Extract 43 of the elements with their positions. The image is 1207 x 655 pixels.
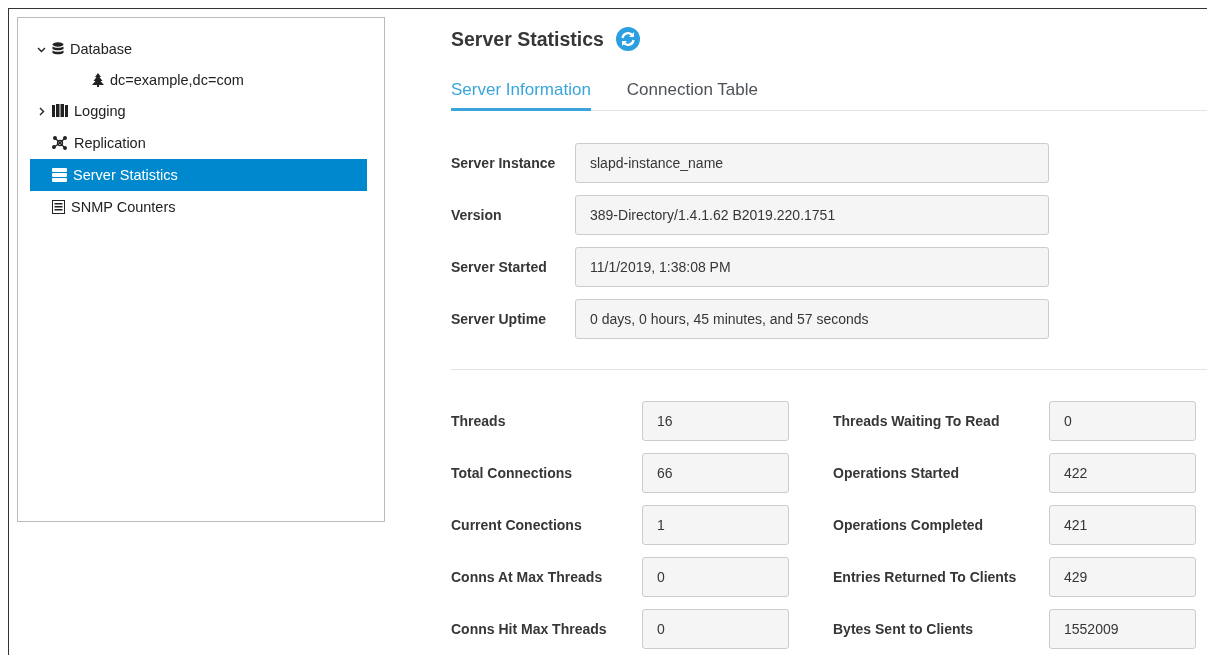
field-label: Server Instance <box>451 155 557 171</box>
network-icon <box>52 136 68 150</box>
tree-item[interactable]: Logging <box>30 95 367 127</box>
field-label: Total Connections <box>451 465 574 481</box>
field-label: Current Conections <box>451 517 583 533</box>
field-label: Operations Completed <box>833 517 985 533</box>
refresh-icon[interactable] <box>615 27 640 51</box>
read-only-field[interactable]: 0 days, 0 hours, 45 minutes, and 57 seconds <box>575 299 1049 339</box>
read-only-field[interactable]: 0 <box>642 609 789 649</box>
list-icon <box>52 200 65 214</box>
page-title: Server Statistics <box>451 27 604 51</box>
field-label: Operations Started <box>833 465 961 481</box>
read-only-field[interactable]: slapd-instance_name <box>575 143 1049 183</box>
field-label: Version <box>451 207 503 223</box>
field-label: Conns Hit Max Threads <box>451 621 608 637</box>
read-only-field[interactable]: 66 <box>642 453 789 493</box>
field-label: Threads <box>451 413 507 429</box>
field-label: Server Uptime <box>451 311 547 327</box>
field-label: Conns At Max Threads <box>451 569 604 585</box>
field-label: Entries Returned To Clients <box>833 569 1018 585</box>
tab[interactable]: Connection Table <box>626 80 758 111</box>
tree-item[interactable]: Replication <box>30 127 367 159</box>
tree-item[interactable]: Database <box>30 33 367 65</box>
read-only-field[interactable]: 16 <box>642 401 789 441</box>
book-icon <box>52 104 68 118</box>
read-only-field[interactable]: 389-Directory/1.4.1.62 B2019.220.1751 <box>575 195 1049 235</box>
read-only-field[interactable]: 0 <box>642 557 789 597</box>
read-only-field[interactable]: 11/1/2019, 1:38:08 PM <box>575 247 1049 287</box>
read-only-field[interactable]: 429 <box>1049 557 1196 597</box>
tree-icon <box>92 73 104 87</box>
tree-item[interactable]: SNMP Counters <box>30 191 367 223</box>
database-icon <box>52 42 64 56</box>
field-label: Threads Waiting To Read <box>833 413 1001 429</box>
read-only-field[interactable]: 1552009 <box>1049 609 1196 649</box>
read-only-field[interactable]: 421 <box>1049 505 1196 545</box>
read-only-field[interactable]: 422 <box>1049 453 1196 493</box>
field-label: Server Started <box>451 259 548 275</box>
field-label: Bytes Sent to Clients <box>833 621 975 637</box>
tree-item[interactable]: dc=example,dc=com <box>30 65 367 95</box>
tree-item[interactable]: Server Statistics <box>30 159 367 191</box>
server-icon <box>52 168 67 182</box>
read-only-field[interactable]: 0 <box>1049 401 1196 441</box>
read-only-field[interactable]: 1 <box>642 505 789 545</box>
